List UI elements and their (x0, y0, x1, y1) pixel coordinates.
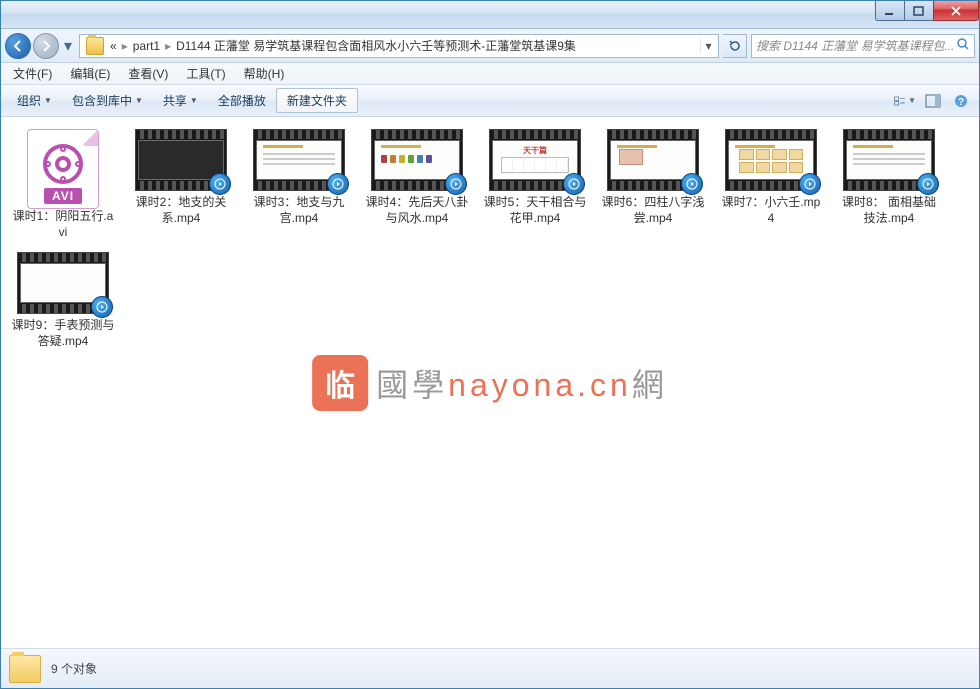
file-item[interactable]: 课时6：四柱八字浅尝.mp4 (601, 129, 705, 240)
address-bar[interactable]: « ▸ part1 ▸ D1144 正藩堂 易学筑基课程包含面相风水小六壬等预测… (79, 34, 719, 58)
status-text: 9 个对象 (51, 660, 97, 677)
close-button[interactable] (933, 1, 979, 21)
menu-view[interactable]: 查看(V) (120, 63, 176, 84)
file-label: 课时8： 面相基础技法.mp4 (837, 195, 941, 226)
toolbar-share[interactable]: 共享▼ (153, 88, 208, 113)
file-label: 课时7：小六壬.mp4 (719, 195, 823, 226)
menu-file[interactable]: 文件(F) (5, 63, 60, 84)
watermark-text: 國學nayona.cn網 (376, 360, 668, 406)
search-icon (956, 37, 970, 54)
file-label: 课时9：手表预测与答疑.mp4 (11, 318, 115, 349)
avi-badge: AVI (44, 188, 82, 204)
video-thumbnail (371, 129, 463, 191)
file-label: 课时4：先后天八卦与风水.mp4 (365, 195, 469, 226)
menu-edit[interactable]: 编辑(E) (62, 63, 118, 84)
navbar: ▾ « ▸ part1 ▸ D1144 正藩堂 易学筑基课程包含面相风水小六壬等… (1, 29, 979, 63)
play-badge-icon (563, 173, 585, 195)
status-folder-icon (9, 655, 41, 683)
menubar: 文件(F) 编辑(E) 查看(V) 工具(T) 帮助(H) (1, 63, 979, 85)
play-badge-icon (799, 173, 821, 195)
nav-history-dropdown[interactable]: ▾ (61, 36, 75, 56)
content-area[interactable]: AVI 课时1：阴阳五行.avi 课时2：地支的关系.mp4 课时3：地支与九宫… (1, 117, 979, 648)
file-label: 课时5：天干相合与花甲.mp4 (483, 195, 587, 226)
preview-pane-button[interactable] (921, 90, 945, 112)
window-controls (876, 1, 979, 21)
forward-button[interactable] (33, 33, 59, 59)
breadcrumb-separator: ▸ (165, 39, 171, 53)
file-item[interactable]: 课时3：地支与九宫.mp4 (247, 129, 351, 240)
toolbar-playall[interactable]: 全部播放 (208, 88, 276, 113)
breadcrumb-separator: ▸ (122, 39, 128, 53)
watermark: 临 國學nayona.cn網 (312, 355, 668, 411)
play-badge-icon (445, 173, 467, 195)
video-thumbnail (253, 129, 345, 191)
file-item[interactable]: 课时7：小六壬.mp4 (719, 129, 823, 240)
video-thumbnail (17, 252, 109, 314)
explorer-window: ▾ « ▸ part1 ▸ D1144 正藩堂 易学筑基课程包含面相风水小六壬等… (0, 0, 980, 689)
menu-help[interactable]: 帮助(H) (236, 63, 293, 84)
video-thumbnail (725, 129, 817, 191)
breadcrumb-part1[interactable]: part1 (131, 39, 162, 53)
help-button[interactable]: ? (949, 90, 973, 112)
maximize-button[interactable] (904, 1, 934, 21)
file-item[interactable]: AVI 课时1：阴阳五行.avi (11, 129, 115, 240)
file-item[interactable]: 天干篇 课时5：天干相合与花甲.mp4 (483, 129, 587, 240)
breadcrumb-prefix: « (108, 39, 119, 53)
back-button[interactable] (5, 33, 31, 59)
file-item[interactable]: 课时2：地支的关系.mp4 (129, 129, 233, 240)
play-badge-icon (91, 296, 113, 318)
video-thumbnail (607, 129, 699, 191)
menu-tools[interactable]: 工具(T) (178, 63, 233, 84)
nav-arrows: ▾ (5, 33, 75, 59)
breadcrumb-current[interactable]: D1144 正藩堂 易学筑基课程包含面相风水小六壬等预测术-正藩堂筑基课9集 (174, 37, 578, 54)
file-label: 课时2：地支的关系.mp4 (129, 195, 233, 226)
play-badge-icon (209, 173, 231, 195)
toolbar-include[interactable]: 包含到库中▼ (62, 88, 153, 113)
search-placeholder: 搜索 D1144 正藩堂 易学筑基课程包... (756, 37, 954, 54)
watermark-seal: 临 (312, 355, 368, 411)
file-item[interactable]: 课时4：先后天八卦与风水.mp4 (365, 129, 469, 240)
play-badge-icon (681, 173, 703, 195)
file-item[interactable]: 课时9：手表预测与答疑.mp4 (11, 252, 115, 349)
minimize-button[interactable] (875, 1, 905, 21)
toolbar-organize[interactable]: 组织▼ (7, 88, 62, 113)
titlebar (1, 1, 979, 29)
file-label: 课时1：阴阳五行.avi (11, 209, 115, 240)
statusbar: 9 个对象 (1, 648, 979, 688)
refresh-button[interactable] (723, 34, 747, 58)
video-thumbnail (135, 129, 227, 191)
file-item[interactable]: 课时8： 面相基础技法.mp4 (837, 129, 941, 240)
file-label: 课时3：地支与九宫.mp4 (247, 195, 351, 226)
search-box[interactable]: 搜索 D1144 正藩堂 易学筑基课程包... (751, 34, 975, 58)
video-thumbnail: 天干篇 (489, 129, 581, 191)
file-label: 课时6：四柱八字浅尝.mp4 (601, 195, 705, 226)
toolbar: 组织▼ 包含到库中▼ 共享▼ 全部播放 新建文件夹 ▼ ? (1, 85, 979, 117)
play-badge-icon (327, 173, 349, 195)
folder-icon (86, 37, 104, 55)
video-thumbnail (843, 129, 935, 191)
svg-text:?: ? (958, 97, 964, 108)
toolbar-new-folder[interactable]: 新建文件夹 (276, 88, 358, 113)
avi-file-icon: AVI (27, 129, 99, 209)
address-dropdown[interactable]: ▾ (700, 39, 716, 53)
play-badge-icon (917, 173, 939, 195)
file-grid: AVI 课时1：阴阳五行.avi 课时2：地支的关系.mp4 课时3：地支与九宫… (11, 129, 969, 349)
view-options-button[interactable]: ▼ (893, 90, 917, 112)
